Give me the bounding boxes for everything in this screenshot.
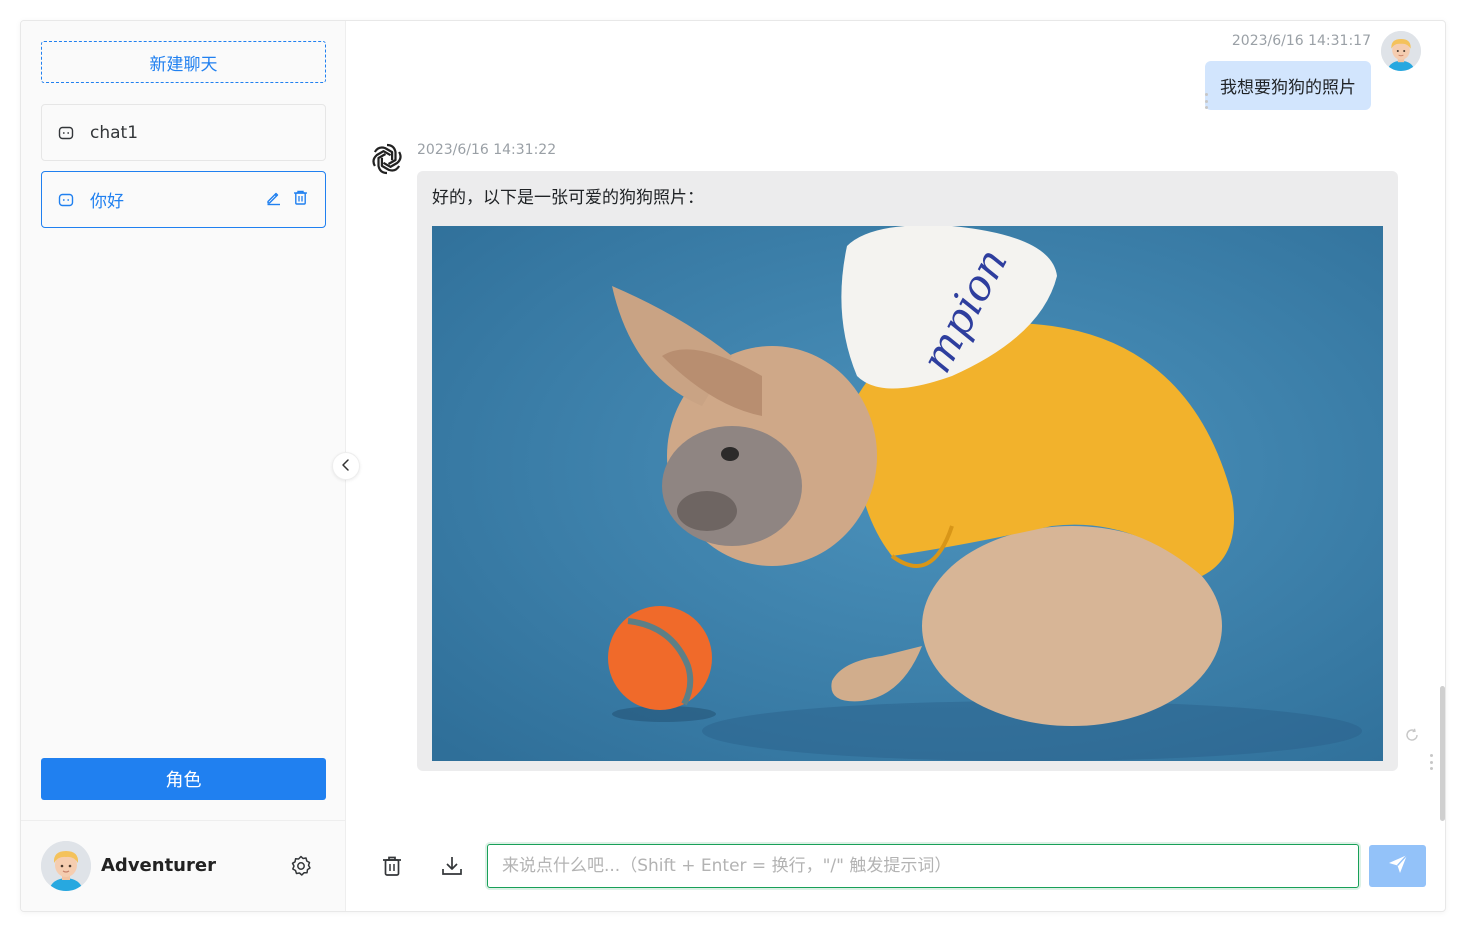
chat-app: 新建聊天 chat1 你好 角色 Adventurer 2023/6/16 14… bbox=[20, 20, 1446, 912]
message-input[interactable] bbox=[487, 844, 1359, 888]
chat-main: 2023/6/16 14:31:17 我想要狗狗的照片 2023/6/16 14… bbox=[347, 21, 1445, 911]
user-name: Adventurer bbox=[101, 855, 216, 876]
trash-icon[interactable] bbox=[292, 189, 309, 211]
collapse-sidebar-button[interactable] bbox=[332, 452, 360, 480]
download-icon[interactable] bbox=[440, 854, 464, 878]
gear-icon[interactable] bbox=[289, 854, 313, 878]
dog-photo: mpion bbox=[432, 226, 1383, 761]
refresh-icon[interactable] bbox=[1405, 727, 1419, 741]
more-vertical-icon[interactable] bbox=[1428, 754, 1434, 770]
composer bbox=[347, 821, 1445, 911]
chevron-left-icon bbox=[340, 457, 352, 476]
chat-item-label: chat1 bbox=[90, 122, 139, 143]
avatar[interactable] bbox=[41, 841, 91, 891]
chat-item-chat1[interactable]: chat1 bbox=[41, 104, 326, 161]
message-time: 2023/6/16 14:31:22 bbox=[417, 142, 557, 158]
chat-item-actions bbox=[265, 189, 309, 211]
scrollbar[interactable] bbox=[1440, 686, 1445, 821]
send-icon bbox=[1387, 853, 1409, 879]
role-button[interactable]: 角色 bbox=[41, 758, 326, 800]
send-button[interactable] bbox=[1369, 845, 1426, 887]
chat-icon bbox=[58, 124, 76, 142]
more-vertical-icon[interactable] bbox=[1203, 93, 1209, 109]
sidebar-footer: Adventurer bbox=[21, 820, 346, 911]
trash-icon[interactable] bbox=[380, 854, 404, 878]
openai-icon bbox=[369, 141, 405, 177]
message-time: 2023/6/16 14:31:17 bbox=[1231, 33, 1371, 49]
new-chat-button[interactable]: 新建聊天 bbox=[41, 41, 326, 83]
sidebar: 新建聊天 chat1 你好 角色 Adventurer bbox=[21, 21, 346, 911]
chat-item-label: 你好 bbox=[90, 192, 124, 212]
user-message-bubble: 我想要狗狗的照片 bbox=[1205, 61, 1371, 110]
chat-item-nihao[interactable]: 你好 bbox=[41, 171, 326, 228]
assistant-message-text: 好的，以下是一张可爱的狗狗照片： bbox=[432, 188, 704, 208]
avatar bbox=[1381, 31, 1421, 71]
edit-icon[interactable] bbox=[265, 189, 282, 211]
chat-icon bbox=[58, 191, 76, 209]
assistant-message-bubble: 好的，以下是一张可爱的狗狗照片： mpion bbox=[417, 171, 1398, 771]
